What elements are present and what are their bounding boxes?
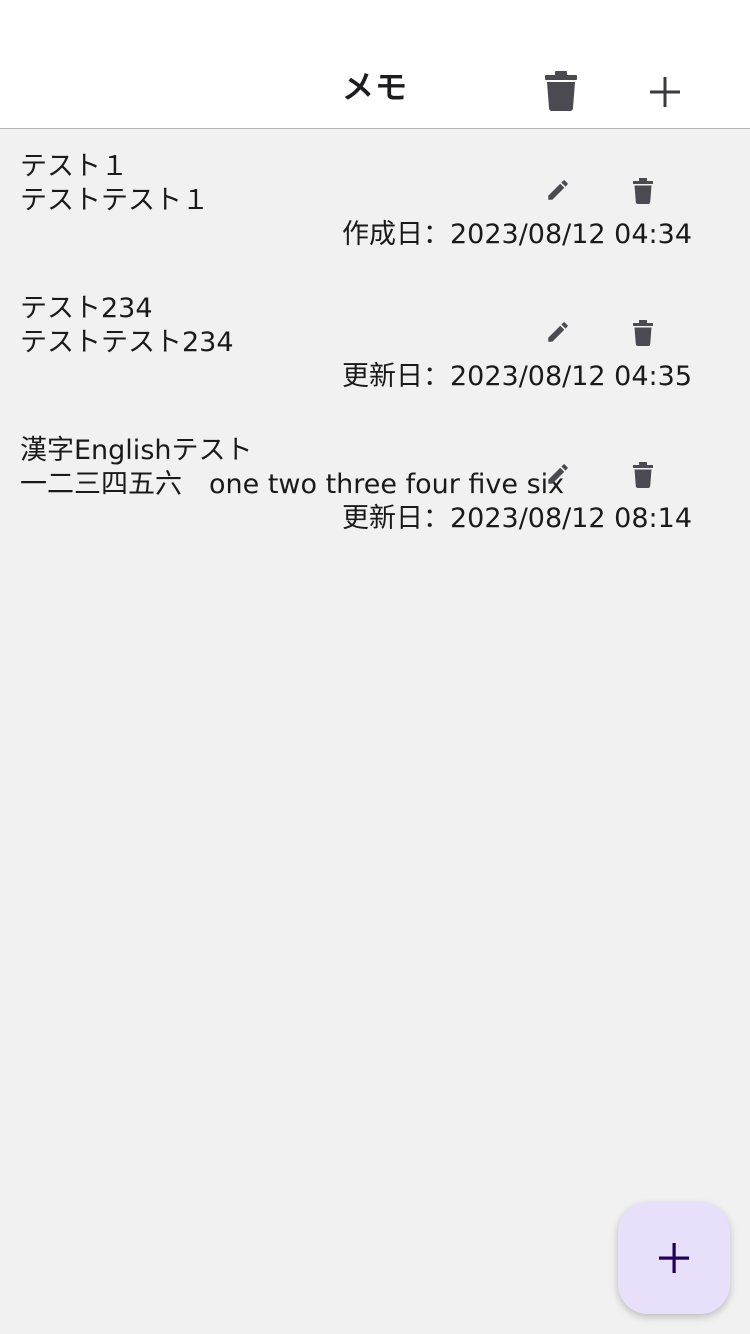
- memo-date: 更新日：2023/08/12 08:14: [341, 503, 692, 534]
- memo-title: テスト１: [20, 151, 128, 182]
- delete-icon: [633, 178, 653, 204]
- memo-app: メモ テスト１ テストテスト１ 作成日：2023/08/12 04:34 テスト…: [0, 0, 750, 1334]
- memo-title: 漢字Englishテスト: [20, 435, 253, 466]
- memo-body: テストテスト234: [20, 327, 234, 358]
- memo-date: 作成日：2023/08/12 04:34: [341, 219, 692, 250]
- memo-item[interactable]: テスト234 テストテスト234 更新日：2023/08/12 04:35: [0, 272, 750, 414]
- delete-button[interactable]: [626, 316, 660, 350]
- floating-add-button[interactable]: [618, 1202, 730, 1314]
- delete-icon: [633, 320, 653, 346]
- pencil-icon: [548, 322, 568, 342]
- memo-item[interactable]: テスト１ テストテスト１ 作成日：2023/08/12 04:34: [0, 130, 750, 272]
- page-title: メモ: [341, 68, 408, 106]
- memo-body: テストテスト１: [20, 185, 209, 216]
- memo-body: 一二三四五六 one two three four five six: [20, 469, 565, 500]
- pencil-icon: [548, 180, 568, 200]
- plus-icon: [659, 1243, 689, 1273]
- delete-button[interactable]: [626, 174, 660, 208]
- delete-all-button[interactable]: [540, 68, 582, 114]
- edit-button[interactable]: [540, 456, 576, 492]
- memo-title: テスト234: [20, 293, 153, 324]
- plus-icon: [650, 77, 680, 107]
- memo-list: テスト１ テストテスト１ 作成日：2023/08/12 04:34 テスト234…: [0, 130, 750, 556]
- edit-button[interactable]: [540, 172, 576, 208]
- app-bar: メモ: [0, 0, 750, 129]
- memo-item[interactable]: 漢字Englishテスト 一二三四五六 one two three four f…: [0, 414, 750, 556]
- add-memo-button[interactable]: [643, 70, 687, 114]
- edit-button[interactable]: [540, 314, 576, 350]
- delete-icon: [633, 462, 653, 488]
- delete-button[interactable]: [626, 458, 660, 492]
- memo-date: 更新日：2023/08/12 04:35: [341, 361, 692, 392]
- delete-icon: [545, 71, 577, 111]
- pencil-icon: [548, 464, 568, 484]
